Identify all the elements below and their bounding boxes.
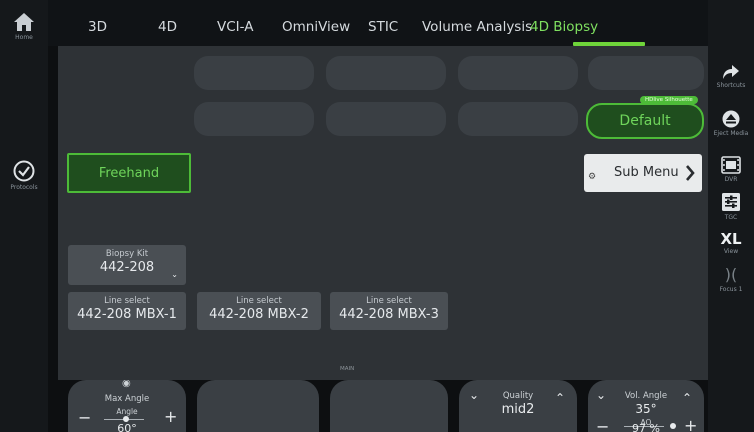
empty-knob xyxy=(330,380,448,432)
eject-icon xyxy=(722,110,740,128)
eject-label: Eject Media xyxy=(713,130,749,137)
line-select-3-button[interactable]: Line select 442-208 MBX-3 xyxy=(330,292,448,330)
line-select-label: Line select xyxy=(104,296,150,306)
knob-row: ◉ Max Angle Angle − + 60° ⌄ Quality mid2… xyxy=(58,380,708,432)
freehand-button[interactable]: Freehand xyxy=(67,153,191,193)
sub-menu-label: Sub Menu xyxy=(614,165,679,180)
tab-bar: 3D 4D VCI-A OmniView STIC Volume Analysi… xyxy=(48,0,708,46)
right-rail: Shortcuts Eject Media DVR TGC XL View )(… xyxy=(708,0,754,432)
dvr-button[interactable]: DVR xyxy=(708,156,754,183)
max-angle-knob[interactable]: ◉ Max Angle Angle − + 60° xyxy=(68,380,186,432)
empty-slot xyxy=(194,56,314,90)
chevron-up-icon[interactable]: ⌃ xyxy=(682,391,692,405)
protocols-label: Protocols xyxy=(10,184,38,191)
tab-stic[interactable]: STIC xyxy=(368,19,398,35)
view-button[interactable]: XL View xyxy=(708,230,754,255)
ao-value: 97 % xyxy=(632,422,660,432)
empty-knob xyxy=(197,380,319,432)
vol-angle-knob[interactable]: ⌄ Vol. Angle 35° ⌃ AO − + 97 % xyxy=(588,380,704,432)
line-select-value: 442-208 MBX-1 xyxy=(77,307,177,322)
max-angle-title: Max Angle xyxy=(104,394,150,404)
tab-4d-biopsy[interactable]: 4D Biopsy xyxy=(530,19,598,35)
focus-icon: )( xyxy=(724,265,738,284)
line-select-label: Line select xyxy=(366,296,412,306)
empty-slot xyxy=(326,56,446,90)
dvr-label: DVR xyxy=(724,176,738,183)
empty-slot xyxy=(326,102,446,136)
share-arrow-icon xyxy=(723,65,739,79)
line-select-label: Line select xyxy=(236,296,282,306)
film-icon xyxy=(721,156,741,174)
sliders-icon xyxy=(722,193,740,211)
target-icon: ◉ xyxy=(122,380,131,389)
focus-button[interactable]: )( Focus 1 xyxy=(708,264,754,293)
empty-slot xyxy=(588,56,704,90)
tab-4d[interactable]: 4D xyxy=(158,19,177,35)
home-label: Home xyxy=(15,34,33,41)
settings-icon: ⚙ xyxy=(588,172,597,182)
angle-value: 60° xyxy=(117,422,137,432)
home-icon xyxy=(14,13,34,31)
empty-slot xyxy=(458,102,578,136)
view-value: XL xyxy=(720,230,742,248)
checkmark-circle-icon xyxy=(13,160,35,182)
empty-slot xyxy=(194,102,314,136)
home-button[interactable]: Home xyxy=(0,12,48,41)
line-select-2-button[interactable]: Line select 442-208 MBX-2 xyxy=(197,292,321,330)
focus-label: Focus 1 xyxy=(719,286,743,293)
line-select-1-button[interactable]: Line select 442-208 MBX-1 xyxy=(68,292,186,330)
tab-vci-a[interactable]: VCI-A xyxy=(217,19,253,35)
shortcuts-button[interactable]: Shortcuts xyxy=(708,64,754,89)
hdlive-silhouette-button[interactable]: Default xyxy=(586,103,704,139)
biopsy-kit-label: Biopsy Kit xyxy=(105,249,149,259)
quality-knob[interactable]: ⌄ Quality mid2 ⌃ xyxy=(459,380,577,432)
shortcuts-label: Shortcuts xyxy=(716,82,746,89)
view-label: View xyxy=(723,248,739,255)
chevron-right-icon xyxy=(686,165,695,181)
biopsy-kit-value: 442-208 xyxy=(99,260,155,275)
chevron-up-icon[interactable]: ⌃ xyxy=(555,391,565,405)
tab-omniview[interactable]: OmniView xyxy=(282,19,350,35)
tab-volume-analysis[interactable]: Volume Analysis xyxy=(422,19,532,35)
sub-menu-button[interactable]: ⚙ Sub Menu xyxy=(584,154,702,192)
hdlive-tag: HDlive Silhouette xyxy=(640,96,698,104)
hdlive-value: Default xyxy=(619,113,671,129)
tab-3d[interactable]: 3D xyxy=(88,19,107,35)
line-select-value: 442-208 MBX-2 xyxy=(209,307,309,322)
protocols-button[interactable]: Protocols xyxy=(0,160,48,191)
dropdown-arrow-icon: ⌄ xyxy=(171,270,178,279)
left-rail: Home Protocols xyxy=(0,0,48,432)
main-panel: Default HDlive Silhouette Freehand ⚙ Sub… xyxy=(58,46,708,380)
tgc-button[interactable]: TGC xyxy=(708,192,754,221)
biopsy-kit-button[interactable]: Biopsy Kit 442-208 ⌄ xyxy=(68,245,186,285)
main-caption: MAIN xyxy=(340,366,355,372)
eject-media-button[interactable]: Eject Media xyxy=(708,110,754,137)
line-select-value: 442-208 MBX-3 xyxy=(339,307,439,322)
tgc-label: TGC xyxy=(724,214,738,221)
empty-slot xyxy=(458,56,578,90)
freehand-label: Freehand xyxy=(98,165,160,181)
